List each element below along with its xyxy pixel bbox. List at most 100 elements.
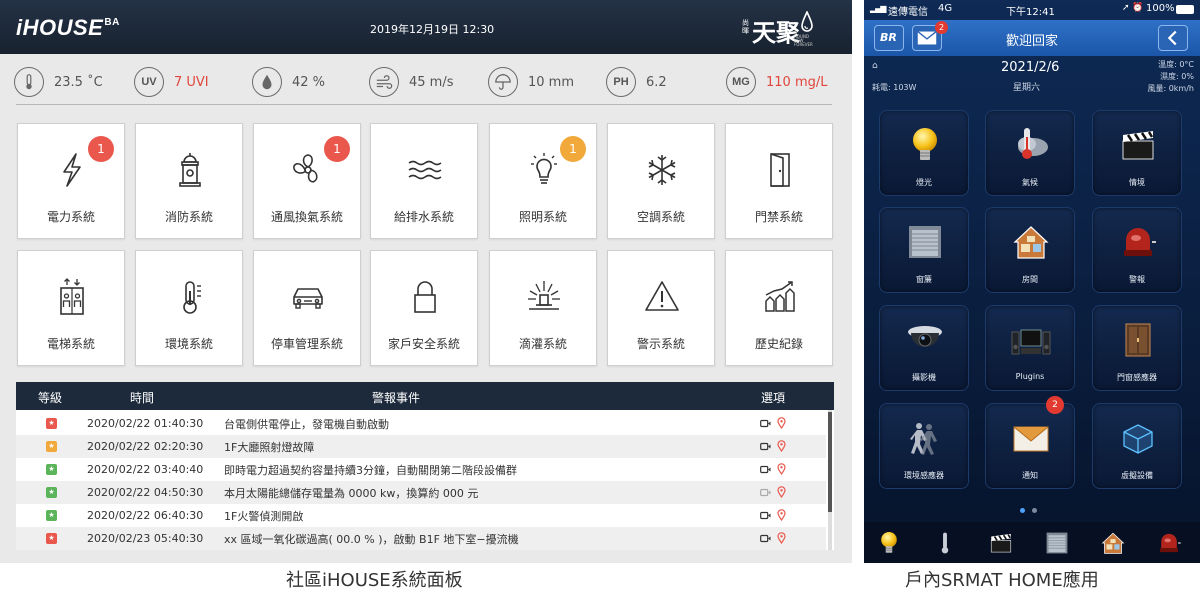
system-tile-light-bulb[interactable]: 照明系統 1 [489,123,597,239]
system-tile-warning[interactable]: 警示系統 [607,250,715,366]
location-pin-icon[interactable] [777,509,786,521]
alarm-bell-icon [1118,222,1158,262]
system-tile-door[interactable]: 門禁系統 [725,123,833,239]
alarm-event: 台電側供電停止，發電機自動啟動 [224,418,389,431]
tab-house-icon[interactable] [1100,530,1126,556]
system-tile-lightning[interactable]: 電力系統 1 [17,123,125,239]
alarm-event: 1F火警偵測開啟 [224,510,304,523]
light-bulb-icon [905,125,945,165]
tab-thermometer-icon[interactable] [932,530,958,556]
table-row[interactable]: ★ 2020/02/22 02:20:30 1F大廳照射燈故障 [16,435,826,458]
lightning-icon [52,150,92,190]
system-tile-label: 歷史紀錄 [754,337,803,351]
system-tile-label: 空調系統 [636,210,685,224]
device-card-light-bulb[interactable]: 燈光 [879,110,969,196]
video-camera-icon[interactable] [760,419,771,428]
window-shutter-icon [905,222,945,262]
car-icon [288,277,328,317]
location-pin-icon[interactable] [777,463,786,475]
device-card-envelope[interactable]: 通知 2 [985,396,1075,489]
system-tile-sprinkler[interactable]: 滴灌系統 [489,250,597,366]
env-reading-0: 23.5 ˚C [14,64,103,100]
sprinkler-icon [524,277,564,317]
table-row[interactable]: ★ 2020/02/22 01:40:30 台電側供電停止，發電機自動啟動 [16,412,826,435]
location-pin-icon[interactable] [777,486,786,498]
device-card-label: 房間 [1022,275,1038,284]
device-card-virtual-cube[interactable]: 虛擬設備 [1092,403,1182,489]
header-datetime: 2019年12月19日 12:30 [370,23,495,36]
logo-drop-icon [801,11,813,32]
mg-icon: MG [726,67,756,97]
alarm-time: 2020/02/22 06:40:30 [87,509,204,522]
table-row[interactable]: ★ 2020/02/23 05:40:30 xx 區域一氧化碳過高( 00.0 % … [16,527,826,550]
alarm-scrollbar-thumb[interactable] [828,412,832,512]
location-pin-icon[interactable] [777,440,786,452]
signal-icon: ▂▄▆ [870,4,887,13]
door-sensor-icon [1118,320,1158,360]
elevator-icon [52,277,92,317]
tab-clapperboard-icon[interactable] [988,530,1014,556]
table-row[interactable]: ★ 2020/02/22 03:40:40 即時電力超過契約容量持續3分鐘，自動關閉… [16,458,826,481]
device-card-window-shutter[interactable]: 窗簾 [879,207,969,293]
system-tile-thermometer[interactable]: 環境系統 [135,250,243,366]
tab-window-shutter-icon[interactable] [1044,530,1070,556]
env-reading-6: MG 110 mg/L [726,64,827,100]
system-tile-lock[interactable]: 家戶安全系統 [370,250,478,366]
fan-icon [288,150,328,190]
device-card-label: 攝影機 [912,373,936,382]
tab-light-bulb-icon[interactable] [876,530,902,556]
device-card-door-sensor[interactable]: 門窗感應器 [1092,305,1182,391]
video-camera-icon[interactable] [760,465,771,474]
system-tile-snowflake[interactable]: 空調系統 [607,123,715,239]
device-card-label: 燈光 [916,178,932,187]
humidity-drop-icon [252,67,282,97]
device-card-stereo[interactable]: Plugins [985,305,1075,391]
video-camera-icon[interactable] [760,534,771,543]
device-card-security-camera[interactable]: 攝影機 [879,305,969,391]
alarm-table-header: 等級 時間 警報事件 選項 [16,382,834,410]
device-card-alarm-bell[interactable]: 警報 [1092,207,1182,293]
video-camera-icon[interactable] [760,488,771,497]
carrier-name: 遠傳電信 [888,7,928,18]
device-card-label: 門窗感應器 [1117,373,1157,382]
env-reading-5: PH 6.2 [606,64,667,100]
bottom-tab-bar [864,522,1200,563]
system-tile-label: 滴灌系統 [518,337,567,351]
system-tile-elevator[interactable]: 電梯系統 [17,250,125,366]
location-pin-icon[interactable] [777,532,786,544]
level-star-icon: ★ [46,487,57,498]
weather-icon [1011,125,1051,165]
location-icon: ➚ [1122,3,1130,13]
page-dot[interactable] [1020,508,1025,513]
alarm-time: 2020/02/22 02:20:30 [87,440,204,453]
page-dot[interactable] [1032,508,1037,513]
device-card-label: 虛擬設備 [1121,471,1153,480]
logo-tiny-text: ROUND NEW FOREVER [794,34,813,47]
wind-icon [369,67,399,97]
device-card-motion-sensor[interactable]: 環境感應器 [879,403,969,489]
system-tile-fan[interactable]: 通風換氣系統 1 [253,123,361,239]
table-row[interactable]: ★ 2020/02/22 06:40:30 1F火警偵測開啟 [16,504,826,527]
device-card-clapperboard[interactable]: 情境 [1092,110,1182,196]
system-tile-water-waves[interactable]: 給排水系統 [370,123,478,239]
system-tile-chart-history[interactable]: 歷史紀錄 [725,250,833,366]
col-event-header: 警報事件 [372,391,421,405]
tab-alarm-bell-icon[interactable] [1156,530,1182,556]
system-tile-fire-hydrant[interactable]: 消防系統 [135,123,243,239]
env-value: 6.2 [646,74,667,90]
device-card-house[interactable]: 房間 [985,207,1075,293]
table-row[interactable]: ★ 2020/02/22 04:50:30 本月太陽能總儲存電量為 0000 kw，… [16,481,826,504]
location-pin-icon[interactable] [777,417,786,429]
ihouse-dashboard: iHOUSEBA 2019年12月19日 12:30 尚暉 天聚 ROUND N… [0,0,852,563]
back-button[interactable] [1158,25,1188,51]
device-card-label: 情境 [1129,178,1145,187]
device-card-weather[interactable]: 氣候 [985,110,1075,196]
lock-icon [405,277,445,317]
system-tile-car[interactable]: 停車管理系統 [253,250,361,366]
video-camera-icon[interactable] [760,442,771,451]
video-camera-icon[interactable] [760,511,771,520]
info-humidity: 濕度: 0% [1160,72,1194,81]
brand-name: iHOUSE [16,15,104,40]
uv-icon: UV [134,67,164,97]
alarm-event: xx 區域一氧化碳過高( 00.0 % )，啟動 B1F 地下室−擾流機 [224,533,519,546]
